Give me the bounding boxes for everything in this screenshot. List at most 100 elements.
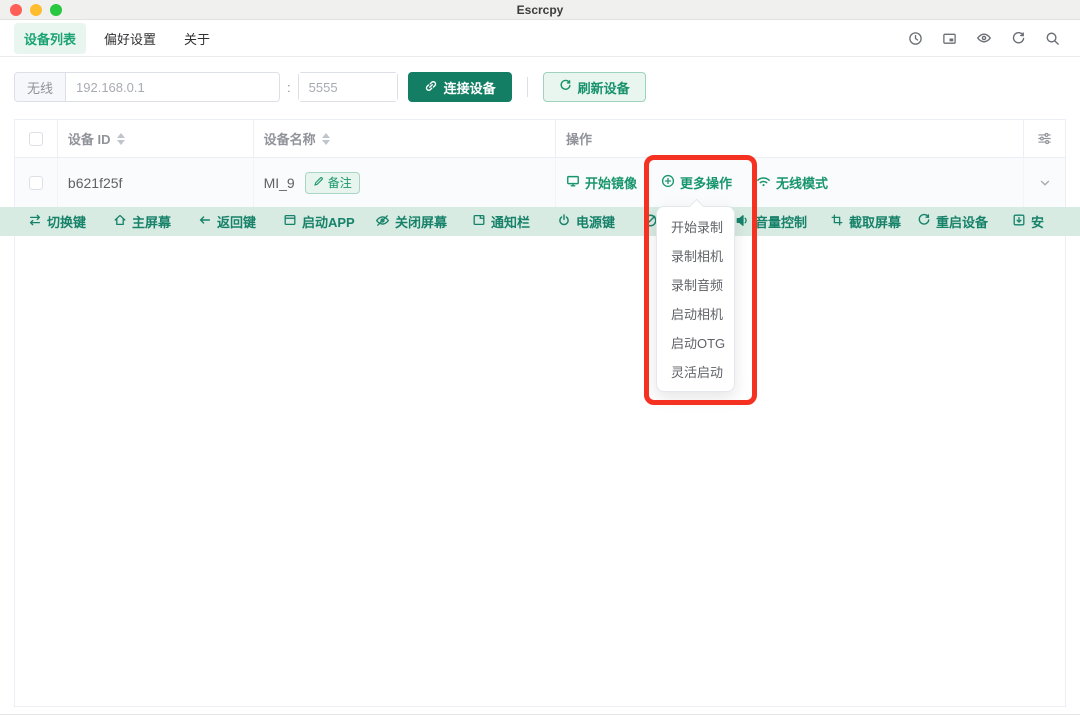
screenshot-label: 截取屏幕 (849, 212, 901, 231)
reboot-device-label: 重启设备 (936, 212, 988, 231)
wifi-icon (756, 174, 771, 192)
select-all-checkbox[interactable] (29, 132, 43, 146)
search-icon[interactable] (1045, 31, 1060, 46)
switch-keys-label: 切换键 (47, 212, 86, 231)
port-input-box (298, 72, 398, 102)
edit-note-tag[interactable]: 备注 (305, 172, 360, 194)
titlebar: Escrcpy (0, 0, 1080, 20)
device-id-cell: b621f25f (58, 158, 254, 207)
switch-icon (28, 213, 42, 230)
table-row[interactable]: b621f25f MI_9 备注 开始镜像 更多操作 (15, 158, 1065, 208)
more-actions-button[interactable]: 更多操作 (661, 173, 732, 192)
row-select-cell (15, 158, 58, 207)
notification-panel-button[interactable]: 通知栏 (472, 207, 530, 236)
device-id-value: b621f25f (68, 175, 123, 191)
sort-icon[interactable] (322, 133, 330, 145)
install-app-button[interactable]: 安 (1012, 207, 1044, 236)
column-settings-icon[interactable] (1037, 131, 1052, 146)
start-mirror-label: 开始镜像 (585, 173, 637, 192)
port-input[interactable] (299, 73, 397, 101)
escrcpy-window: Escrcpy 设备列表 偏好设置 关于 无线 : 连接设备 (0, 0, 1080, 715)
menu-item-launch-camera[interactable]: 启动相机 (657, 299, 734, 328)
refresh-icon (559, 79, 572, 95)
install-app-label: 安 (1031, 212, 1044, 231)
tab-preferences[interactable]: 偏好设置 (94, 23, 166, 54)
actions-header-label: 操作 (566, 129, 592, 148)
column-settings-cell (1024, 120, 1065, 157)
launch-app-button[interactable]: 启动APP (283, 207, 355, 236)
tab-device-list[interactable]: 设备列表 (14, 23, 86, 54)
eye-icon[interactable] (976, 30, 992, 46)
eye-off-icon (375, 213, 390, 231)
connect-bar: 无线 : 连接设备 刷新设备 (14, 72, 646, 102)
home-icon (113, 213, 127, 230)
wireless-prefix-label: 无线 (15, 73, 66, 101)
menu-item-record-audio[interactable]: 录制音频 (657, 270, 734, 299)
start-mirror-button[interactable]: 开始镜像 (566, 173, 637, 192)
pip-window-icon[interactable] (942, 31, 957, 46)
column-header-actions: 操作 (556, 120, 1024, 157)
menu-item-record-camera[interactable]: 录制相机 (657, 241, 734, 270)
crop-icon (830, 213, 844, 230)
row-checkbox[interactable] (29, 176, 43, 190)
history-icon[interactable] (908, 31, 923, 46)
device-name-cell: MI_9 备注 (254, 158, 556, 207)
screen-off-label: 关闭屏幕 (395, 212, 447, 231)
tab-bar: 设备列表 偏好设置 关于 (0, 20, 1080, 57)
back-key-button[interactable]: 返回键 (198, 207, 256, 236)
ip-input-group: 无线 (14, 72, 280, 102)
device-control-bar: 切换键 主屏幕 返回键 启动APP 关闭屏幕 通知栏 电源键 (0, 207, 1080, 236)
tab-about[interactable]: 关于 (174, 23, 220, 54)
app-window-icon (283, 213, 297, 230)
restart-icon[interactable] (1011, 31, 1026, 46)
launch-app-label: 启动APP (302, 212, 355, 231)
device-id-header-label: 设备 ID (68, 129, 111, 148)
screenshot-button[interactable]: 截取屏幕 (830, 207, 901, 236)
volume-icon (735, 213, 750, 231)
window-title: Escrcpy (0, 3, 1080, 17)
home-screen-label: 主屏幕 (132, 212, 171, 231)
notification-panel-icon (472, 213, 486, 230)
ip-port-separator: : (287, 80, 291, 95)
chevron-down-icon[interactable] (1038, 176, 1052, 190)
home-screen-button[interactable]: 主屏幕 (113, 207, 171, 236)
reboot-device-button[interactable]: 重启设备 (917, 207, 988, 236)
tabs: 设备列表 偏好设置 关于 (0, 23, 220, 54)
note-tag-label: 备注 (328, 174, 352, 191)
power-key-label: 电源键 (576, 212, 615, 231)
wireless-mode-button[interactable]: 无线模式 (756, 173, 828, 192)
ip-address-input[interactable] (66, 73, 279, 101)
switch-keys-button[interactable]: 切换键 (28, 207, 86, 236)
back-key-label: 返回键 (217, 212, 256, 231)
row-actions-cell: 开始镜像 更多操作 无线模式 (556, 158, 1024, 207)
menu-item-flexible-launch[interactable]: 灵活启动 (657, 357, 734, 386)
menu-item-start-recording[interactable]: 开始录制 (657, 212, 734, 241)
notification-panel-label: 通知栏 (491, 212, 530, 231)
arrow-left-icon (198, 213, 212, 230)
link-icon (424, 79, 438, 96)
connect-device-label: 连接设备 (444, 78, 496, 97)
device-name-header-label: 设备名称 (264, 129, 316, 148)
select-all-cell (15, 120, 58, 157)
more-actions-label: 更多操作 (680, 173, 732, 192)
install-icon (1012, 213, 1026, 230)
wireless-mode-label: 无线模式 (776, 173, 828, 192)
monitor-icon (566, 174, 580, 191)
volume-control-button[interactable]: 音量控制 (735, 207, 807, 236)
menu-item-launch-otg[interactable]: 启动OTG (657, 328, 734, 357)
refresh-devices-button[interactable]: 刷新设备 (543, 72, 646, 102)
pencil-icon (313, 176, 324, 190)
more-actions-dropdown: 开始录制 录制相机 录制音频 启动相机 启动OTG 灵活启动 (656, 206, 735, 392)
column-header-device-id[interactable]: 设备 ID (58, 120, 254, 157)
screen-off-button[interactable]: 关闭屏幕 (375, 207, 447, 236)
refresh-devices-label: 刷新设备 (578, 78, 630, 97)
table-header: 设备 ID 设备名称 操作 (15, 120, 1065, 158)
titlebar-action-icons (908, 30, 1080, 46)
connect-device-button[interactable]: 连接设备 (408, 72, 512, 102)
power-key-button[interactable]: 电源键 (557, 207, 615, 236)
device-name-value: MI_9 (264, 175, 295, 191)
power-icon (557, 213, 571, 230)
sort-icon[interactable] (117, 133, 125, 145)
circle-plus-icon (661, 174, 675, 191)
column-header-device-name[interactable]: 设备名称 (254, 120, 556, 157)
